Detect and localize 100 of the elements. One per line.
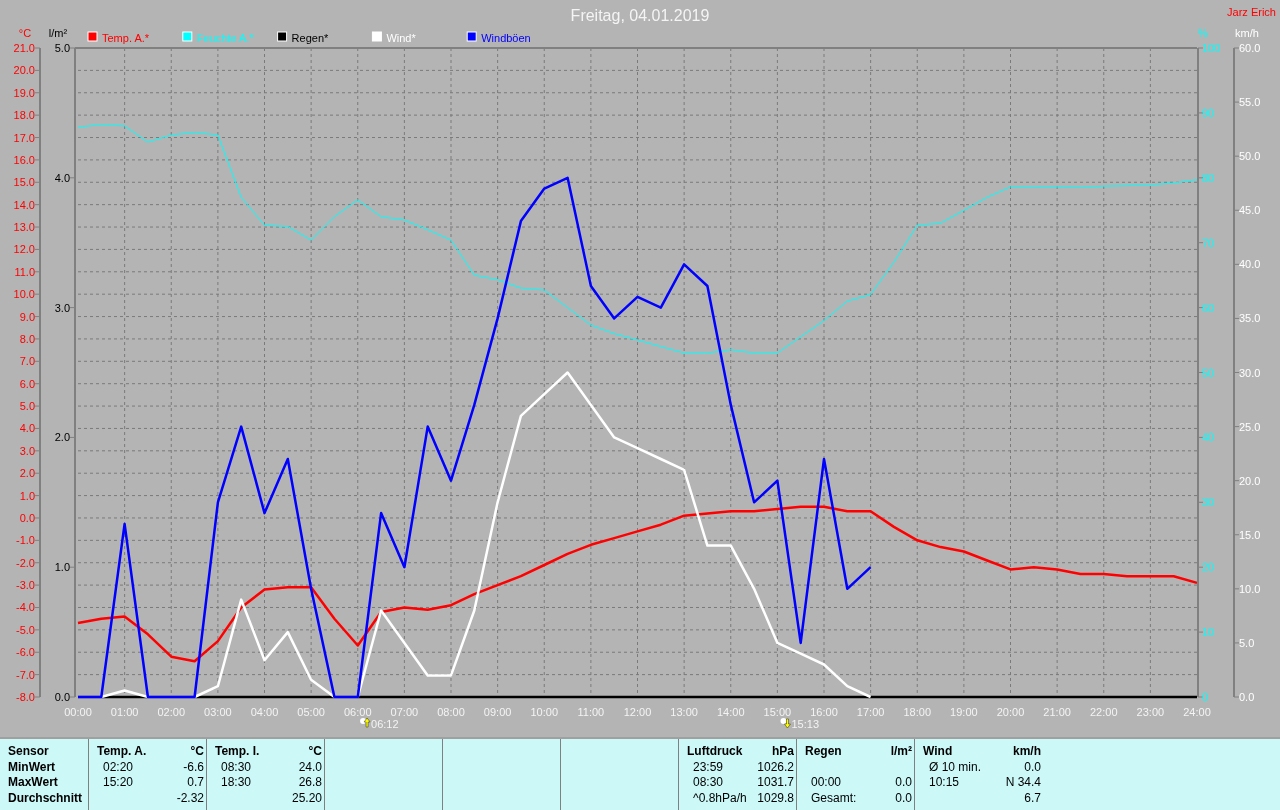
axis-tick-label: 6.0 [19, 377, 35, 390]
time-tick-label: 22:00 [1090, 706, 1118, 718]
axis-tick-label: 4.0 [19, 422, 35, 435]
axis-tick-label: 40 [1202, 431, 1215, 444]
axis-tick-label: 30 [1202, 496, 1215, 509]
time-tick-label: 14:00 [717, 706, 745, 718]
time-tick-label: 02:00 [157, 706, 185, 718]
table-cell-text: Ø 10 min. [928, 759, 983, 775]
row-header: Durchschnitt [8, 790, 83, 806]
axis-tick-label: 2.0 [54, 431, 70, 444]
column-header: l/m² [890, 744, 912, 760]
axis-tick-label: -8.0 [16, 691, 35, 703]
column-header: hPa [771, 744, 794, 760]
table-cell-text: 24.0 [297, 759, 322, 775]
axis-tick-label: 55.0 [1239, 96, 1261, 109]
axis-tick-label: 1.0 [54, 561, 70, 574]
axis-tick-label: 10.0 [13, 288, 35, 301]
axis-tick-label: 9.0 [19, 310, 35, 323]
column-header: °C [307, 744, 322, 760]
axis-tick-label: 20.0 [1239, 474, 1261, 487]
table-cell: 25.20 [291, 790, 322, 806]
column-header: °C [189, 744, 204, 760]
axis-tick-label: 60 [1202, 301, 1215, 314]
table-cell: 1031.7 [757, 775, 794, 791]
axis-tick-label: 5.0 [54, 42, 70, 54]
legend-label: Windböen [481, 32, 531, 44]
axis-tick-label: 50.0 [1239, 150, 1261, 163]
time-tick-label: 15:00 [763, 706, 792, 718]
table-cell-text: 00:00 [810, 775, 843, 791]
axis-tick-label: -3.0 [16, 579, 35, 592]
column-header: Luftdruck [687, 744, 744, 760]
time-tick-label: 06:00 [344, 706, 372, 718]
axis-tick-label: 12.0 [13, 243, 35, 256]
axis-tick-label: 15.0 [13, 176, 35, 189]
time-tick-label: 07:00 [390, 706, 419, 718]
axis-tick-label: 13.0 [13, 221, 35, 234]
axis-tick-label: 25.0 [1239, 420, 1261, 433]
axis-tick-label: 5.0 [1239, 636, 1255, 649]
time-tick-label: 18:00 [903, 706, 931, 718]
axis-tick-label: 8.0 [19, 332, 35, 345]
column-header: Temp. A. [97, 744, 148, 760]
axis-tick-label: 20.0 [13, 64, 35, 77]
table-cell-text: 0.0 [894, 790, 912, 806]
axis-tick-label: 7.0 [19, 355, 35, 368]
sun-arrow-icon [780, 718, 791, 729]
time-tick-label: 17:00 [856, 706, 885, 718]
axis-tick-label: 1.0 [19, 489, 35, 502]
time-tick-label: 10:00 [530, 706, 558, 718]
column-header: km/h [1012, 744, 1041, 760]
axis-tick-label: 20 [1202, 561, 1215, 574]
axis-tick-label: 40.0 [1239, 258, 1261, 271]
axis-unit: km/h [1235, 27, 1259, 39]
table-cell-text: 10:15 [928, 775, 961, 791]
chart-title: Freitag, 04.01.2019 [570, 7, 710, 24]
axis-tick-label: 10.0 [1239, 582, 1261, 595]
time-tick-label: 24:00 [1183, 706, 1211, 718]
time-tick-label: 12:00 [623, 706, 652, 718]
legend-label: Regen* [291, 32, 329, 44]
author-label: Jarz Erich [1227, 6, 1276, 18]
time-tick-label: 04:00 [250, 706, 279, 718]
row-header: Sensor [8, 744, 50, 760]
axis-tick-label: -5.0 [16, 623, 35, 636]
axis-tick-label: 19.0 [13, 86, 35, 99]
column-header: Regen [805, 744, 843, 760]
table-cell-text: 0.0 [894, 775, 912, 791]
axis-tick-label: 70 [1202, 236, 1215, 249]
time-tick-label: 20:00 [996, 706, 1025, 718]
time-tick-label: 16:00 [810, 706, 838, 718]
table-cell-text: 23:59 [692, 759, 725, 775]
axis-tick-label: 100 [1202, 42, 1221, 54]
table-cell: 1026.2 [757, 759, 794, 775]
legend-label: Wind* [386, 32, 416, 44]
axis-unit: % [1198, 27, 1208, 39]
axis-tick-label: 15.0 [1239, 528, 1261, 541]
row-header: MinWert [8, 759, 57, 775]
time-tick-label: 08:00 [437, 706, 465, 718]
axis-tick-label: 18.0 [13, 109, 35, 122]
row-header: MaxWert [8, 775, 59, 791]
table-cell-text: 0.0 [1023, 759, 1041, 775]
axis-tick-label: -2.0 [16, 556, 35, 569]
table-cell-text: ^0.8hPa/h [692, 790, 748, 806]
axis-tick-label: 17.0 [13, 131, 35, 144]
axis-tick-label: 21.0 [13, 42, 35, 54]
time-tick-label: 01:00 [110, 706, 139, 718]
table-cell-text: N 34.4 [1004, 775, 1041, 791]
axis-tick-label: 10 [1202, 626, 1215, 639]
table-cell-text: 08:30 [220, 759, 253, 775]
axis-tick-label: -6.0 [16, 646, 35, 659]
table-cell: -2.32 [176, 790, 204, 806]
axis-tick-label: 11.0 [14, 265, 35, 278]
column-header: Temp. I. [215, 744, 261, 760]
axis-tick-label: 0.0 [54, 691, 70, 703]
table-cell-text: 02:20 [102, 759, 135, 775]
table-cell-text: -6.6 [182, 759, 204, 775]
time-tick-label: 23:00 [1136, 706, 1165, 718]
sun-time-label: 06:12 [371, 718, 399, 730]
axis-tick-label: 16.0 [13, 153, 35, 166]
time-tick-label: 03:00 [204, 706, 232, 718]
axis-tick-label: 2.0 [19, 467, 35, 480]
time-tick-label: 09:00 [483, 706, 512, 718]
